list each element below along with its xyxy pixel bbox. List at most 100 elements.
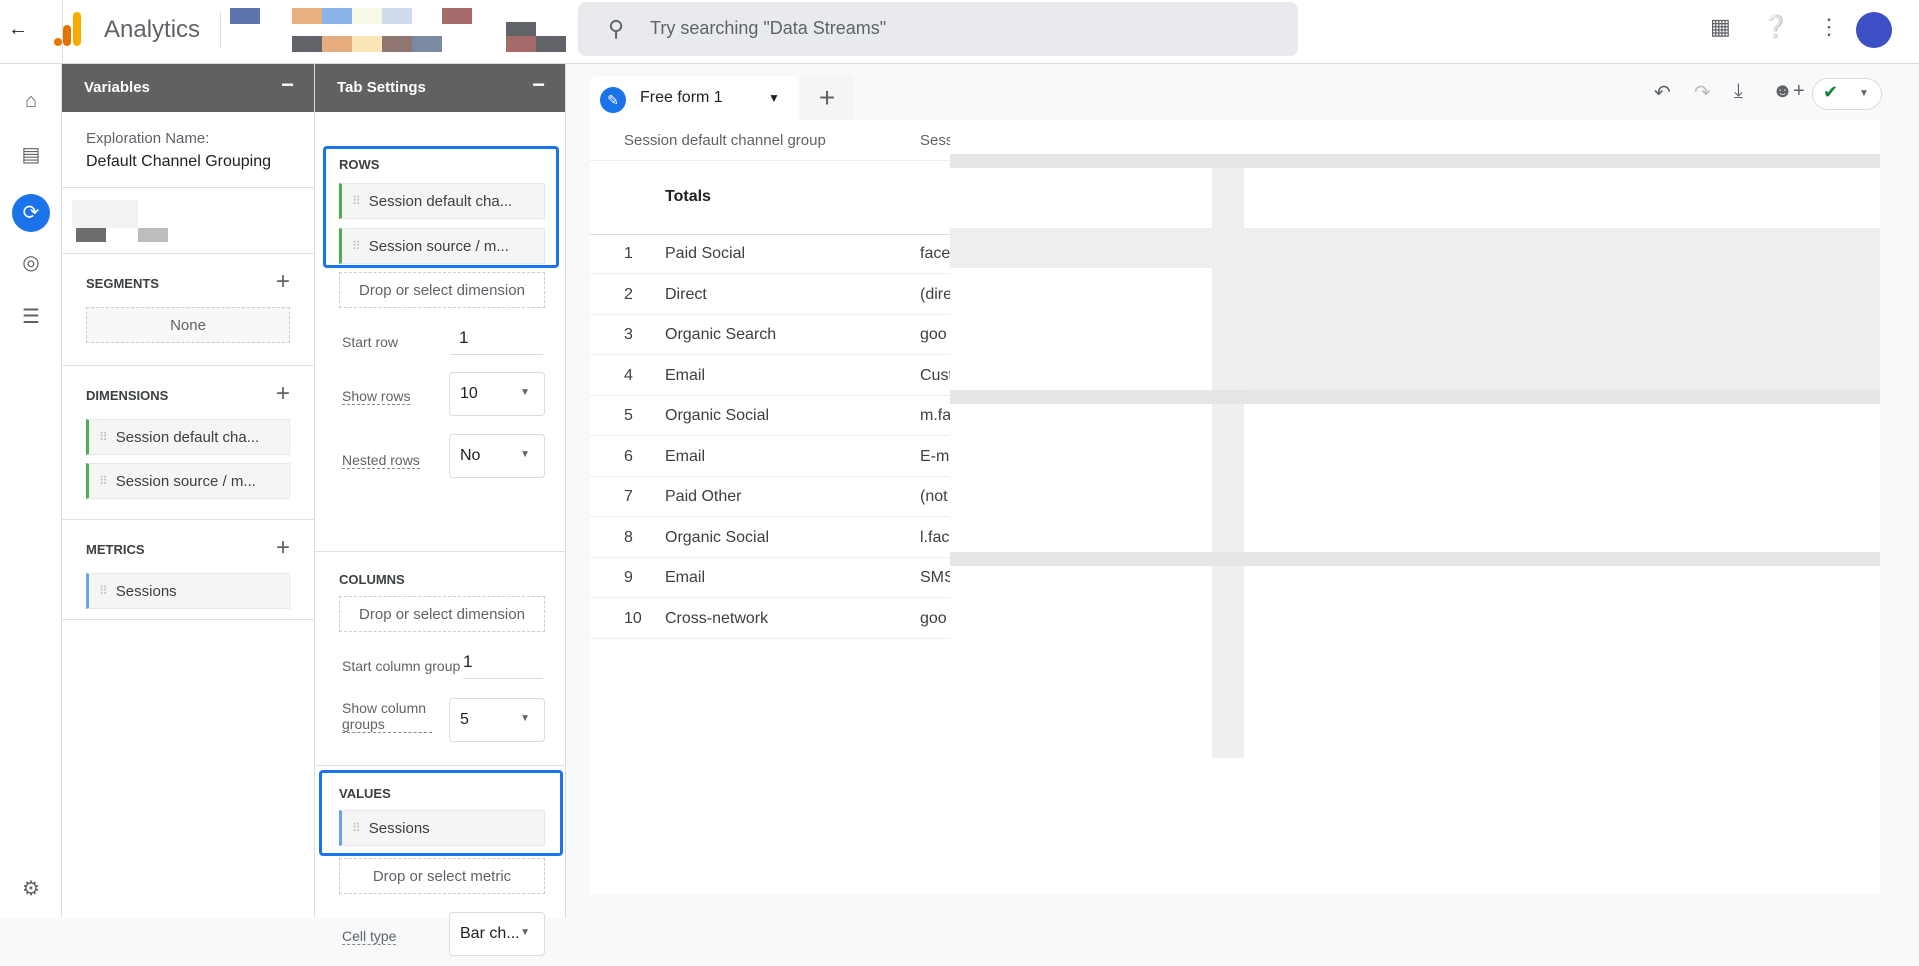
chip-label: Session default cha... <box>368 192 513 210</box>
exploration-label: Exploration Name: <box>86 130 210 147</box>
list-icon[interactable]: ☰ <box>16 302 46 332</box>
free-form-table: Session default channel group Sess Total… <box>590 120 1880 895</box>
row-number: 2 <box>624 285 633 303</box>
drag-handle-icon[interactable]: ⠿ <box>352 821 361 835</box>
add-tab-button[interactable]: + <box>800 76 854 122</box>
add-segment-plus-icon[interactable]: + <box>276 268 290 296</box>
tab-settings-panel: Tab Settings − ROWS ⠿ Session default cha.… <box>315 64 566 956</box>
row-number: 5 <box>624 407 633 424</box>
drag-handle-icon[interactable]: ⠿ <box>99 474 108 488</box>
chip-label: Session source / m... <box>368 237 509 255</box>
exploration-name[interactable]: Default Channel Grouping <box>86 153 314 171</box>
share-user-icon[interactable]: ☻+ <box>1772 80 1805 103</box>
minimize-icon[interactable]: − <box>532 72 545 98</box>
drop-dimension-rows[interactable]: Drop or select dimension <box>339 272 545 308</box>
home-icon[interactable]: ⌂ <box>16 86 46 116</box>
table-row[interactable]: 5 Organic Social m.fa <box>590 396 950 436</box>
source-cell: (dire <box>920 285 950 303</box>
advertising-icon[interactable]: ◎ <box>16 248 46 278</box>
tab-dropdown-caret-icon[interactable]: ▼ <box>768 91 780 105</box>
table-row[interactable]: 3 Organic Search goo <box>590 315 950 355</box>
panel-title: Variables <box>84 79 150 96</box>
table-row[interactable]: 6 Email E-m <box>590 437 950 477</box>
row-number: 8 <box>624 528 633 546</box>
analytics-logo <box>54 12 81 46</box>
drag-handle-icon[interactable]: ⠿ <box>352 239 361 253</box>
settings-gear-icon[interactable]: ⚙ <box>16 874 46 904</box>
channel-cell: Direct <box>665 285 707 303</box>
rows-label: ROWS <box>339 157 380 172</box>
add-metric-plus-icon[interactable]: + <box>276 534 290 562</box>
divider <box>220 12 221 48</box>
table-row[interactable]: 1 Paid Social face <box>590 234 950 274</box>
table-row[interactable]: 8 Organic Social l.fac <box>590 518 950 558</box>
segments-none[interactable]: None <box>86 307 290 343</box>
nested-rows-select[interactable]: No ▼ <box>449 434 545 478</box>
search-input[interactable]: ⚲ Try searching "Data Streams" <box>578 2 1298 56</box>
download-icon[interactable]: ⤓ <box>1734 80 1743 103</box>
source-cell: m.fa <box>920 407 950 424</box>
value-chip[interactable]: ⠿ Sessions <box>339 810 545 846</box>
channel-cell: Email <box>665 447 706 465</box>
avatar[interactable] <box>1856 12 1892 48</box>
metric-chip[interactable]: ⠿ Sessions <box>86 573 290 609</box>
drag-handle-icon[interactable]: ⠿ <box>352 194 361 208</box>
show-column-groups-select[interactable]: 5 ▼ <box>449 698 545 742</box>
metrics-section: METRICS + ⠿ Sessions <box>62 520 314 620</box>
show-rows-select[interactable]: 10 ▼ <box>449 372 545 416</box>
start-row-input[interactable]: 1 <box>451 328 543 355</box>
table-row[interactable]: 9 Email SMS <box>590 558 950 598</box>
column-header[interactable]: Session default channel group <box>624 132 826 149</box>
row-number: 9 <box>624 569 633 586</box>
values-label: VALUES <box>339 786 391 801</box>
apps-grid-icon[interactable]: ▦ <box>1710 14 1731 40</box>
explore-icon[interactable]: ⟳ <box>12 194 50 232</box>
undo-icon[interactable]: ↶ <box>1654 80 1671 105</box>
show-column-groups-label: Show column groups <box>342 700 432 733</box>
table-row[interactable]: 7 Paid Other (not <box>590 477 950 517</box>
columns-section: COLUMNS Drop or select dimension Start c… <box>315 552 565 766</box>
start-column-group-input[interactable]: 1 <box>463 652 543 679</box>
row-number: 6 <box>624 447 633 465</box>
more-vert-icon[interactable]: ⋮ <box>1818 14 1840 40</box>
chip-label: Session source / m... <box>115 472 256 490</box>
source-cell: (not <box>920 488 948 505</box>
dropdown-caret-icon: ▼ <box>520 713 530 724</box>
tab-free-form-1[interactable]: ✎ Free form 1 ▼ <box>590 76 798 122</box>
channel-cell: Paid Social <box>665 245 746 262</box>
redacted-data <box>950 552 1880 566</box>
table-row[interactable]: 4 Email Cust <box>590 356 950 396</box>
table-row[interactable]: 2 Direct (dire <box>590 275 950 315</box>
date-range-redacted[interactable] <box>62 188 314 254</box>
row-number: 7 <box>624 488 633 505</box>
minimize-icon[interactable]: − <box>281 72 294 98</box>
help-icon[interactable]: ❔ <box>1762 14 1789 40</box>
row-chip[interactable]: ⠿ Session source / m... <box>339 228 545 264</box>
add-dimension-plus-icon[interactable]: + <box>276 380 290 408</box>
cell-type-select[interactable]: Bar ch... ▼ <box>449 912 545 956</box>
table-row[interactable]: 10 Cross-network goo <box>590 599 950 639</box>
account-selector-redacted[interactable] <box>230 8 570 54</box>
row-number: 3 <box>624 326 633 343</box>
dimension-chip[interactable]: ⠿ Session default cha... <box>86 419 290 455</box>
drop-dimension-columns[interactable]: Drop or select dimension <box>339 596 545 632</box>
columns-label: COLUMNS <box>339 572 405 587</box>
search-placeholder: Try searching "Data Streams" <box>650 18 887 38</box>
column-header[interactable]: Sess <box>920 132 950 149</box>
tab-settings-header: Tab Settings − <box>315 64 565 112</box>
source-cell: l.fac <box>920 528 950 546</box>
status-check-button[interactable]: ✔ ▼ <box>1812 78 1882 110</box>
drag-handle-icon[interactable]: ⠿ <box>99 430 108 444</box>
drop-metric[interactable]: Drop or select metric <box>339 858 545 894</box>
tab-label: Free form 1 <box>640 89 723 106</box>
row-chip[interactable]: ⠿ Session default cha... <box>339 183 545 219</box>
top-bar: ← Analytics ⚲ Try searching "Data Stream… <box>0 0 1919 64</box>
channel-cell: Email <box>665 366 706 384</box>
dimension-chip[interactable]: ⠿ Session source / m... <box>86 463 290 499</box>
show-rows-label: Show rows <box>342 388 411 405</box>
redo-icon[interactable]: ↷ <box>1694 80 1711 105</box>
source-cell: goo <box>920 326 947 343</box>
reports-icon[interactable]: ▤ <box>16 140 46 170</box>
drag-handle-icon[interactable]: ⠿ <box>99 584 108 598</box>
back-arrow-icon[interactable]: ← <box>8 18 28 41</box>
